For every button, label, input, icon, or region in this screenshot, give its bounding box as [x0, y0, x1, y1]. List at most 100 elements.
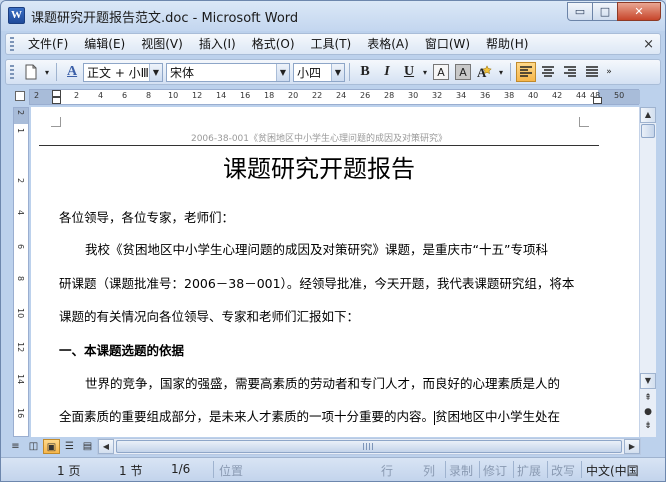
underline-dropdown-icon[interactable]: ▾ [421, 62, 429, 82]
ruler-tick: 30 [408, 91, 419, 100]
word-window: W 课题研究开题报告范文.doc - Microsoft Word ▭ □ ✕ … [0, 0, 666, 482]
status-overtype[interactable]: 改写 [551, 462, 575, 479]
toolbar-options-chevron-icon[interactable]: ▾ [43, 62, 51, 82]
style-combobox[interactable]: 正文 + 小Ⅲ ▼ [83, 62, 163, 82]
status-language[interactable]: 中文(中国 [586, 462, 639, 479]
ruler-tick: 20 [288, 91, 299, 100]
toolbar-grip-handle[interactable] [10, 65, 14, 79]
horizontal-scroll-thumb[interactable] [116, 440, 622, 453]
paragraph-line: 我校《贫困地区中小学生心理问题的成因及对策研究》课题，是重庆市“十五”专项科 [85, 242, 548, 257]
align-center-button[interactable] [538, 62, 558, 82]
text-effects-icon[interactable]: A [475, 62, 495, 82]
status-extend[interactable]: 扩展 [517, 462, 541, 479]
first-line-indent-marker[interactable] [52, 90, 61, 97]
menu-insert[interactable]: 插入(I) [191, 34, 244, 54]
ruler-tick: 6 [122, 91, 128, 100]
horizontal-ruler[interactable]: 2 2 4 6 8 10 12 14 16 18 20 22 24 26 28 … [29, 89, 640, 105]
maximize-button[interactable]: □ [592, 2, 618, 21]
menu-view[interactable]: 视图(V) [133, 34, 191, 54]
status-divider [513, 461, 514, 478]
scroll-left-icon[interactable]: ◀ [98, 439, 114, 454]
ruler-tick: 26 [360, 91, 371, 100]
ruler-tick: 12 [192, 91, 203, 100]
scroll-down-icon[interactable]: ▼ [640, 373, 656, 389]
underline-button[interactable]: U [399, 62, 419, 82]
new-document-icon[interactable] [21, 62, 41, 82]
ruler-tick: 40 [528, 91, 539, 100]
ruler-tick: 22 [312, 91, 323, 100]
status-record[interactable]: 录制 [449, 462, 473, 479]
word-app-icon[interactable]: W [8, 7, 25, 24]
tab-selector-button[interactable] [15, 91, 25, 101]
browse-object-icon[interactable]: ● [643, 407, 653, 417]
vertical-ruler-tick: 12 [16, 342, 25, 353]
outline-view-icon[interactable]: ☰ [61, 439, 78, 454]
document-page[interactable]: 2006-38-001《贫困地区中小学生心理问题的成因及对策研究》 课题研究开题… [31, 107, 639, 437]
font-size-dropdown-arrow-icon[interactable]: ▼ [331, 63, 344, 81]
vertical-ruler-tick: 6 [16, 244, 25, 250]
vertical-ruler-tick: 2 [16, 110, 25, 116]
minimize-button[interactable]: ▭ [567, 2, 593, 21]
ruler-tick: 38 [504, 91, 515, 100]
menu-edit[interactable]: 编辑(E) [76, 34, 133, 54]
formatting-toolbar: ▾ A 正文 + 小Ⅲ ▼ 宋体 ▼ 小四 ▼ B I U ▾ A A A ▾ [5, 59, 661, 85]
next-page-icon[interactable]: ⇟ [643, 421, 653, 431]
ruler-tick: 18 [264, 91, 275, 100]
ruler-tick: 2 [34, 91, 40, 100]
status-section: 1 节 [119, 464, 143, 478]
italic-button[interactable]: I [377, 62, 397, 82]
ruler-tick: 8 [146, 91, 152, 100]
print-layout-view-icon[interactable]: ▣ [43, 439, 60, 454]
previous-page-icon[interactable]: ⇞ [643, 393, 653, 403]
vertical-scroll-thumb[interactable] [641, 124, 655, 138]
status-page-of: 1/6 [171, 462, 191, 476]
status-revise[interactable]: 修订 [483, 462, 507, 479]
menu-window[interactable]: 窗口(W) [417, 34, 478, 54]
vertical-ruler[interactable]: 2 1 2 4 6 8 10 12 14 16 [13, 107, 29, 437]
ruler-tick: 32 [432, 91, 443, 100]
normal-view-icon[interactable]: ≡ [7, 439, 24, 454]
close-button[interactable]: ✕ [617, 2, 661, 21]
menu-bar: 文件(F) 编辑(E) 视图(V) 插入(I) 格式(O) 工具(T) 表格(A… [5, 33, 661, 55]
menu-grip-handle[interactable] [10, 37, 14, 51]
character-shading-button[interactable]: A [455, 64, 471, 80]
style-dropdown-arrow-icon[interactable]: ▼ [149, 63, 162, 81]
menu-table[interactable]: 表格(A) [359, 34, 417, 54]
right-indent-marker[interactable] [593, 97, 602, 104]
close-icon: ✕ [634, 5, 644, 18]
reading-layout-view-icon[interactable]: ▤ [79, 439, 96, 454]
font-combobox[interactable]: 宋体 ▼ [166, 62, 290, 82]
justify-button[interactable] [582, 62, 602, 82]
styles-and-formatting-icon[interactable]: A [67, 64, 83, 80]
scroll-thumb-grip [363, 443, 373, 450]
menu-file[interactable]: 文件(F) [20, 34, 76, 54]
menu-tools[interactable]: 工具(T) [303, 34, 360, 54]
hanging-indent-marker[interactable] [52, 97, 61, 104]
window-title: 课题研究开题报告范文.doc - Microsoft Word [31, 11, 299, 26]
scroll-right-icon[interactable]: ▶ [624, 439, 640, 454]
title-bar[interactable]: W 课题研究开题报告范文.doc - Microsoft Word ▭ □ ✕ [1, 1, 665, 31]
text-effects-dropdown-icon[interactable]: ▾ [497, 62, 505, 82]
status-divider [445, 461, 446, 478]
align-right-button[interactable] [560, 62, 580, 82]
web-layout-view-icon[interactable]: ◫ [25, 439, 42, 454]
toolbar-more-chevron-icon[interactable]: » [604, 62, 614, 82]
status-bar: 1 页 1 节 1/6 位置 行 列 录制 修订 扩展 改写 中文(中国 [1, 457, 665, 481]
vertical-scrollbar[interactable]: ▲ ▼ ⇞ ● ⇟ [639, 107, 656, 437]
font-dropdown-arrow-icon[interactable]: ▼ [276, 63, 289, 81]
horizontal-scrollbar[interactable]: ◀ ▶ [97, 438, 641, 455]
vertical-ruler-tick: 8 [16, 276, 25, 282]
menu-format[interactable]: 格式(O) [244, 34, 303, 54]
font-size-combobox[interactable]: 小四 ▼ [293, 62, 345, 82]
menu-help[interactable]: 帮助(H) [478, 34, 536, 54]
vertical-ruler-tick: 14 [16, 374, 25, 385]
scroll-up-icon[interactable]: ▲ [640, 107, 656, 123]
toolbar-separator [510, 63, 511, 81]
bold-button[interactable]: B [355, 62, 375, 82]
align-left-button[interactable] [516, 62, 536, 82]
header-divider-line [39, 145, 599, 146]
character-border-button[interactable]: A [433, 64, 449, 80]
ruler-tick: 42 [552, 91, 563, 100]
document-close-button[interactable]: × [643, 37, 654, 52]
status-divider [581, 461, 582, 478]
